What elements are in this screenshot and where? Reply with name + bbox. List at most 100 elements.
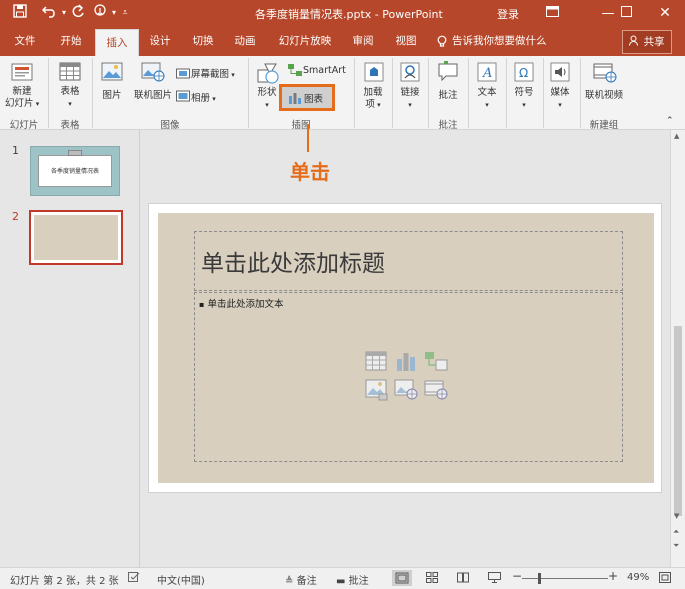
link-icon[interactable] [399,61,421,83]
zoom-in-button[interactable]: + [608,569,618,583]
text-icon[interactable]: A [476,61,498,83]
undo-icon[interactable] [40,4,60,22]
symbol-label: 符号 [514,87,534,98]
zoom-out-button[interactable]: − [512,569,522,583]
vertical-scrollbar[interactable]: ▲ ▼ ⏶ ⏷ [670,130,685,567]
tab-slideshow[interactable]: 幻灯片放映 [272,27,338,56]
album-icon[interactable] [176,90,190,102]
spell-check-icon[interactable] [128,572,140,586]
normal-view-button[interactable] [392,570,412,586]
screenshot-icon[interactable] [176,67,190,79]
group-label-slides: 幻灯片 [9,120,39,131]
smartart-button[interactable]: SmartArt [303,65,346,76]
text-button[interactable]: 文本 ▾ [471,87,503,111]
collapse-ribbon-icon[interactable]: ⌃ [666,116,674,126]
slide-editor: 单击 单击此处添加标题 ▪ 单击此处添加文本 [140,124,670,567]
tell-me-search[interactable]: 告诉我你想要做什么 [452,27,547,56]
content-placeholder[interactable]: ▪ 单击此处添加文本 [194,292,623,462]
link-label: 链接 [400,87,420,98]
tab-insert[interactable]: 插入 [95,29,139,57]
group-separator [506,58,507,128]
insert-online-picture-icon[interactable] [394,379,420,401]
previous-slide-icon[interactable]: ⏶ [673,527,679,537]
tab-home[interactable]: 开始 [50,27,92,56]
undo-dropdown-icon[interactable]: ▾ [60,4,68,22]
chart-button[interactable]: 图表 [279,84,335,111]
online-video-button[interactable]: 联机视频 [581,87,627,101]
online-picture-icon[interactable] [140,61,166,83]
online-picture-button[interactable]: 联机图片 [130,87,176,101]
picture-button[interactable]: 图片 [97,87,127,101]
new-slide-label-2: 幻灯片 [5,98,34,109]
share-label: 共享 [643,36,665,48]
slide-sorter-view-icon[interactable] [426,572,438,586]
share-button[interactable]: 共享 [622,30,672,54]
insert-table-icon[interactable] [365,351,387,371]
tab-design[interactable]: 设计 [140,27,180,56]
slide-thumbnail-2[interactable] [29,210,123,265]
scroll-down-icon[interactable]: ▼ [674,512,679,520]
zoom-level[interactable]: 49% [627,572,649,583]
slide-thumbnail-1[interactable]: 各季度销量情况表 [30,146,120,196]
picture-icon[interactable] [100,61,124,83]
close-icon[interactable]: ✕ [645,0,685,27]
scrollbar-thumb[interactable] [674,326,682,516]
title-placeholder[interactable]: 单击此处添加标题 [194,231,623,291]
slideshow-view-icon[interactable] [488,572,501,586]
maximize-icon[interactable] [606,0,646,27]
album-button[interactable]: 相册 ▾ [191,90,216,104]
tab-view[interactable]: 视图 [386,27,426,56]
tab-animations[interactable]: 动画 [225,27,265,56]
ribbon: 新建 幻灯片 ▾ 幻灯片 表格 ▾ 表格 图片 联机图片 屏幕截图 ▾ 相册 ▾… [0,56,685,131]
symbol-icon[interactable]: Ω [513,61,535,83]
table-button[interactable]: 表格 ▾ [52,86,88,110]
touch-mode-icon[interactable] [92,4,110,22]
fit-to-window-icon[interactable] [659,572,671,586]
tab-file[interactable]: 文件 [5,27,45,56]
insert-chart-icon[interactable] [395,351,417,371]
ribbon-tabs: 文件 开始 插入 设计 切换 动画 幻灯片放映 审阅 视图 告诉我你想要做什么 … [0,27,685,57]
shapes-button[interactable]: 形状 ▾ [252,87,282,111]
addins-button[interactable]: 加载 项 ▾ [357,87,389,111]
media-label: 媒体 [550,87,570,98]
media-icon[interactable] [549,61,571,83]
insert-video-icon[interactable] [424,379,450,401]
login-link[interactable]: 登录 [497,6,519,22]
online-video-icon[interactable] [592,61,618,83]
customize-qat-icon[interactable]: ⩡ [120,4,130,22]
scroll-up-icon[interactable]: ▲ [674,132,679,140]
new-slide-label-1: 新建 [12,86,32,97]
tab-transitions[interactable]: 切换 [183,27,223,56]
insert-picture-icon[interactable] [365,379,389,401]
language-indicator[interactable]: 中文(中国) [157,572,205,587]
shapes-icon[interactable] [256,61,280,85]
touch-dropdown-icon[interactable]: ▾ [110,4,118,22]
insert-smartart-icon[interactable] [424,351,448,371]
next-slide-icon[interactable]: ⏷ [673,541,679,551]
comment-button[interactable]: 批注 [432,87,464,101]
table-icon[interactable] [58,61,82,83]
save-icon[interactable] [12,4,28,22]
comment-icon[interactable] [436,61,460,83]
addins-icon[interactable] [363,61,385,83]
redo-icon[interactable] [70,4,86,22]
symbol-button[interactable]: 符号 ▾ [508,87,540,111]
smartart-icon[interactable] [288,64,302,76]
tab-review[interactable]: 审阅 [343,27,383,56]
text-label: 文本 [477,87,497,98]
new-slide-icon[interactable] [10,61,34,83]
new-slide-button[interactable]: 新建 幻灯片 ▾ [5,86,39,110]
comments-button[interactable]: ▬ 批注 [336,572,369,587]
group-label-new-group: 新建组 [589,120,619,131]
screenshot-label: 屏幕截图 [191,69,230,80]
shapes-label: 形状 [257,87,277,98]
screenshot-button[interactable]: 屏幕截图 ▾ [191,66,235,80]
media-button[interactable]: 媒体 ▾ [544,87,576,111]
zoom-slider[interactable] [522,578,608,579]
link-button[interactable]: 链接 ▾ [394,87,426,111]
notes-button[interactable]: ≜ 备注 [285,572,317,587]
zoom-slider-thumb[interactable] [538,573,541,584]
reading-view-icon[interactable] [457,572,469,586]
slide-canvas[interactable]: 单击此处添加标题 ▪ 单击此处添加文本 [148,203,662,493]
ribbon-display-icon[interactable] [532,0,572,27]
